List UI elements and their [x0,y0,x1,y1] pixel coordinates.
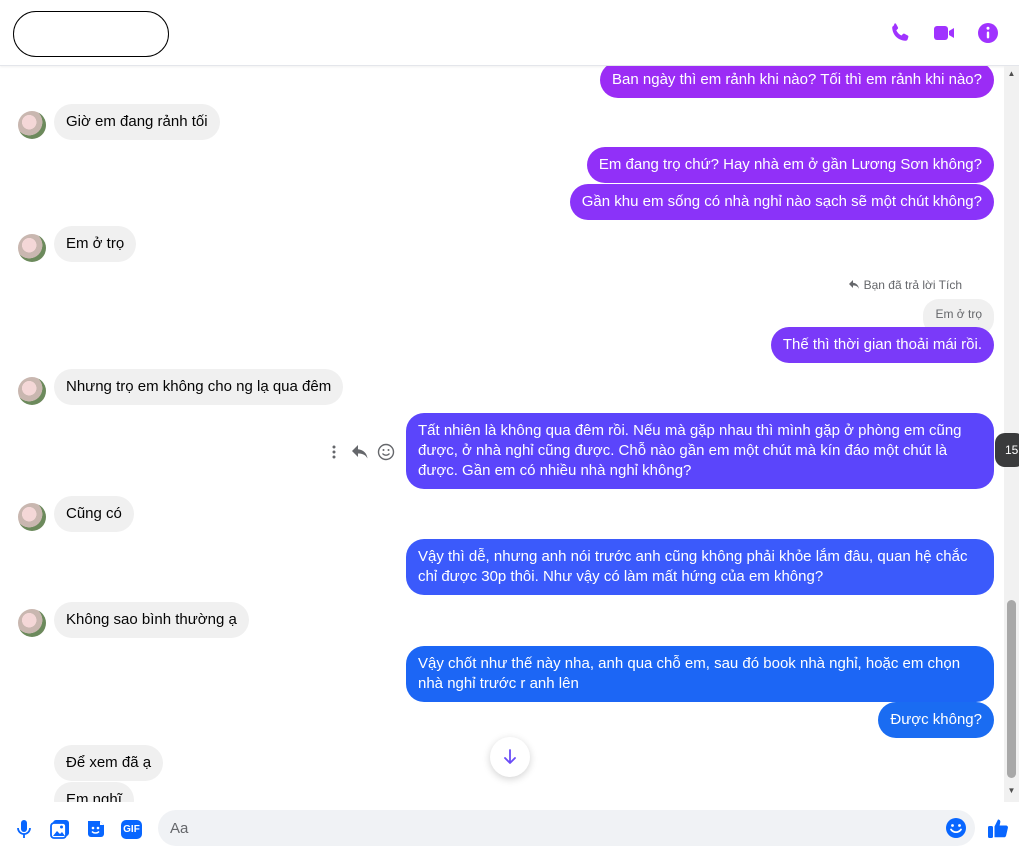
message-list[interactable]: Ban ngày thì em rảnh khi nào? Tối thì em… [0,66,1004,802]
photo-icon[interactable] [49,818,71,840]
message-bubble-outgoing[interactable]: Gần khu em sống có nhà nghỉ nào sạch sẽ … [569,184,994,220]
react-emoji-icon[interactable] [374,440,398,464]
message-bubble-incoming[interactable]: Không sao bình thường ạ [54,602,249,638]
info-icon[interactable] [976,21,1000,45]
video-call-icon[interactable] [932,21,956,45]
contact-name[interactable] [13,11,169,57]
message-bubble-incoming[interactable]: Cũng có [54,496,134,532]
scrollbar-thumb[interactable] [1007,600,1016,778]
message-bubble-incoming[interactable]: Để xem đã ạ [54,745,164,781]
microphone-icon[interactable] [13,818,35,840]
chat-header [0,0,1019,66]
avatar[interactable] [18,377,46,405]
reply-arrow-icon [849,280,860,289]
phone-icon[interactable] [888,21,912,45]
message-bubble-outgoing[interactable]: Vậy chốt như thế này nha, anh qua chỗ em… [406,646,994,702]
scroll-up-arrow-icon[interactable]: ▲ [1007,69,1016,79]
message-input-box[interactable] [158,810,975,846]
scroll-down-arrow-icon[interactable]: ▼ [1007,786,1016,796]
message-bubble-outgoing[interactable]: Tất nhiên là không qua đêm rồi. Nếu mà g… [406,413,994,489]
message-bubble-incoming[interactable]: Em ở trọ [54,226,137,262]
message-bubble-outgoing[interactable]: Thế thì thời gian thoải mái rồi. [770,327,994,363]
scroll-to-bottom-button[interactable] [490,737,530,777]
message-bubble-incoming[interactable]: Giờ em đang rảnh tối [54,104,220,140]
avatar[interactable] [18,609,46,637]
message-bubble-incoming[interactable]: Em nghĩ [54,782,134,802]
message-bubble-outgoing[interactable]: Ban ngày thì em rảnh khi nào? Tối thì em… [600,66,994,98]
reply-indicator: Bạn đã trả lời Tích [848,278,962,292]
message-input[interactable] [170,810,930,846]
sticker-icon[interactable] [85,818,107,840]
reply-note-text: Bạn đã trả lời Tích [863,278,962,292]
avatar[interactable] [18,503,46,531]
message-bubble-outgoing[interactable]: Được không? [878,702,994,738]
side-badge[interactable]: 15 [995,433,1019,467]
message-bubble-outgoing[interactable]: Vậy thì dễ, nhưng anh nói trước anh cũng… [406,539,994,595]
message-bubble-incoming[interactable]: Nhưng trọ em không cho ng lạ qua đêm [54,369,344,405]
arrow-down-icon [504,749,516,764]
message-actions [322,440,398,464]
more-options-icon[interactable] [322,440,346,464]
reply-icon[interactable] [348,440,372,464]
message-bubble-outgoing[interactable]: Em đang trọ chứ? Hay nhà em ở gần Lương … [586,147,994,183]
emoji-icon[interactable] [945,817,967,839]
composer: GIF [0,802,1019,856]
avatar[interactable] [18,234,46,262]
gif-icon[interactable]: GIF [121,820,142,839]
avatar[interactable] [18,111,46,139]
like-icon[interactable] [986,816,1010,840]
